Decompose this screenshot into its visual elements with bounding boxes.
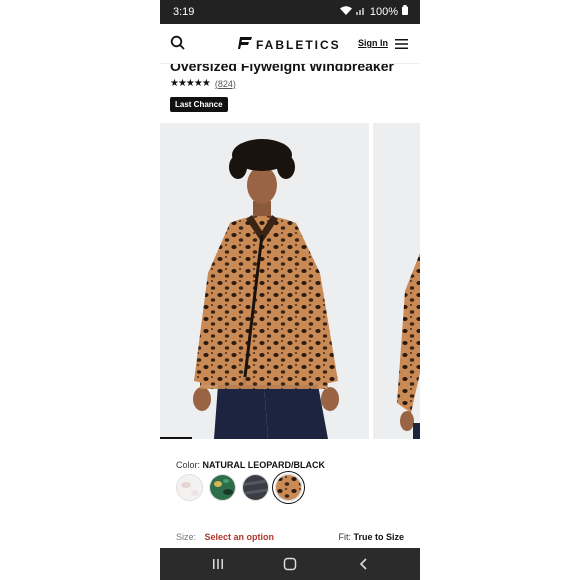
status-bar: 3:19 100%	[160, 0, 420, 24]
fit-value: True to Size	[353, 532, 404, 542]
back-icon[interactable]	[356, 556, 372, 572]
selected-color-name: NATURAL LEOPARD/BLACK	[202, 460, 326, 470]
color-swatch-leopard[interactable]	[275, 474, 302, 501]
recent-apps-icon[interactable]	[210, 556, 226, 572]
color-label: Color:	[176, 460, 201, 470]
logo-mark-icon	[238, 36, 252, 54]
header-overlay: FABLETICS Sign In	[160, 24, 420, 64]
product-image-main[interactable]	[160, 123, 369, 439]
fit-label: Fit:	[338, 532, 351, 542]
review-count[interactable]: (824)	[215, 79, 236, 89]
color-swatches	[176, 474, 302, 501]
search-icon[interactable]	[170, 35, 186, 56]
model-illustration-partial	[397, 253, 420, 439]
battery-icon	[402, 5, 408, 18]
status-time: 3:19	[173, 6, 195, 18]
system-nav-bar	[160, 548, 420, 580]
fit-info: Fit: True to Size	[338, 532, 404, 542]
product-gallery[interactable]	[160, 123, 420, 439]
battery-percent: 100%	[369, 5, 398, 18]
color-selection-label: Color: NATURAL LEOPARD/BLACK	[176, 460, 325, 470]
gallery-progress-indicator	[160, 437, 192, 439]
product-image-next[interactable]	[373, 123, 420, 439]
last-chance-badge: Last Chance	[170, 97, 228, 112]
sign-in-link[interactable]: Sign In	[358, 38, 388, 48]
phone-screen: 3:19 100% FABLETICS Sign In	[160, 0, 420, 580]
size-select-option[interactable]: Select an option	[205, 532, 275, 542]
color-swatch-dark-grey[interactable]	[242, 474, 269, 501]
brand-name: FABLETICS	[256, 38, 341, 52]
wifi-icon	[339, 5, 352, 18]
color-swatch-green-print[interactable]	[209, 474, 236, 501]
size-label: Size:	[176, 532, 197, 542]
brand-logo[interactable]: FABLETICS	[238, 36, 341, 54]
signal-icon	[355, 6, 366, 18]
status-icons: 100%	[339, 5, 408, 18]
star-rating-icon: ★★★★★	[170, 78, 211, 89]
home-icon[interactable]	[282, 556, 298, 572]
product-rating[interactable]: ★★★★★ (824)	[170, 78, 236, 89]
hamburger-menu-icon[interactable]	[395, 37, 408, 55]
model-illustration	[193, 139, 339, 439]
color-swatch-white[interactable]	[176, 474, 203, 501]
size-selector[interactable]: Size: Select an option	[176, 532, 274, 542]
